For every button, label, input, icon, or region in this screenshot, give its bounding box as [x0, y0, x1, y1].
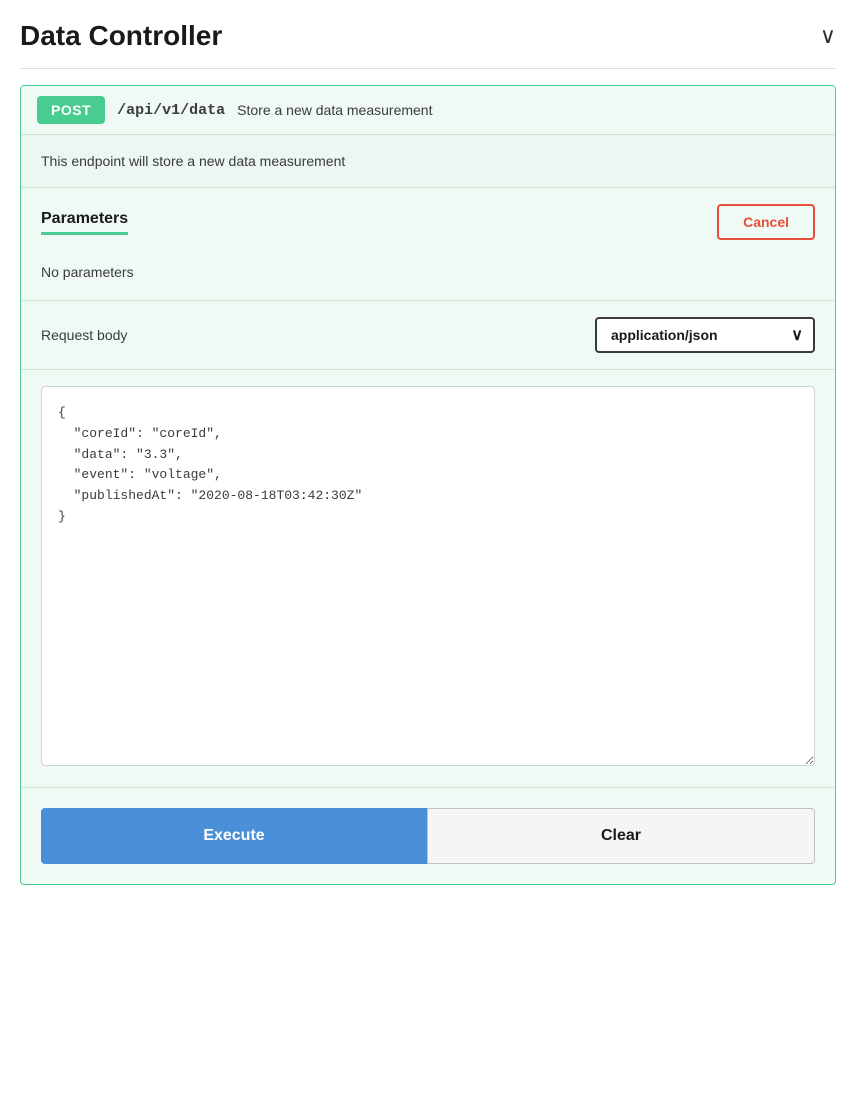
json-body-textarea[interactable] [41, 386, 815, 766]
parameters-label: Parameters [41, 210, 128, 235]
page-title: Data Controller [20, 20, 222, 52]
page-header: Data Controller ∨ [20, 20, 836, 69]
action-buttons-section: Execute Clear [21, 788, 835, 884]
http-method-badge: POST [37, 96, 105, 124]
api-summary: Store a new data measurement [237, 102, 432, 118]
request-body-label: Request body [41, 327, 127, 343]
chevron-down-icon[interactable]: ∨ [820, 23, 836, 49]
parameters-header-row: Parameters Cancel [41, 188, 815, 248]
request-body-section: Request body application/json applicatio… [21, 301, 835, 370]
parameters-section: Parameters Cancel No parameters [21, 188, 835, 301]
json-editor-section [21, 370, 835, 788]
api-card: POST /api/v1/data Store a new data measu… [20, 85, 836, 885]
content-type-wrapper: application/json application/xml text/pl… [595, 317, 815, 353]
api-path: /api/v1/data [117, 102, 225, 119]
execute-button[interactable]: Execute [41, 808, 427, 864]
endpoint-description: This endpoint will store a new data meas… [21, 135, 835, 188]
content-type-select[interactable]: application/json application/xml text/pl… [595, 317, 815, 353]
cancel-button[interactable]: Cancel [717, 204, 815, 240]
api-body: This endpoint will store a new data meas… [21, 134, 835, 884]
clear-button[interactable]: Clear [427, 808, 815, 864]
no-parameters-text: No parameters [41, 248, 815, 300]
api-header-row: POST /api/v1/data Store a new data measu… [21, 86, 835, 134]
